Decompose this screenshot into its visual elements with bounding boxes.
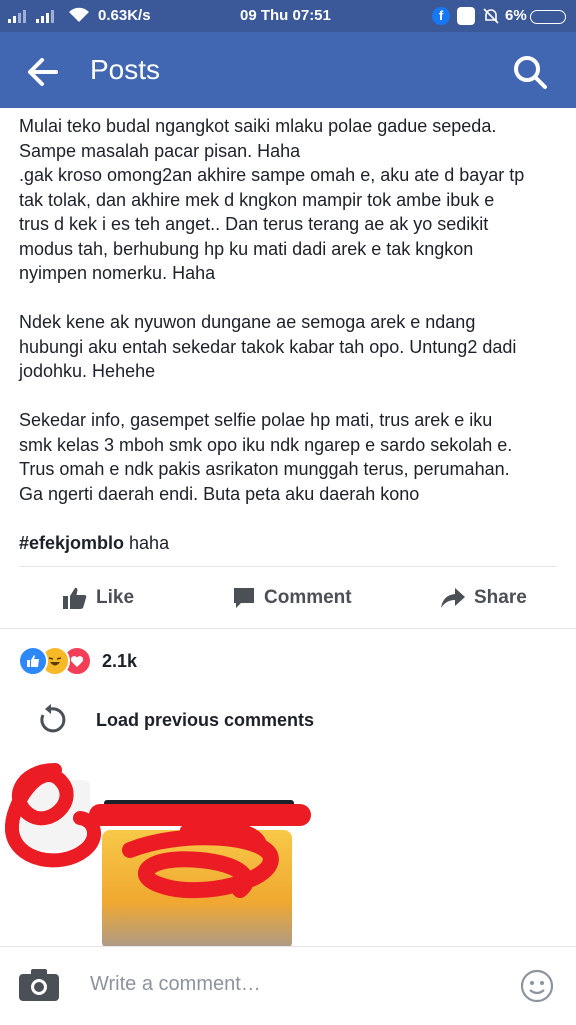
post-paragraph: Mulai teko budal ngangkot saiki mlaku po… [19, 116, 525, 283]
like-button[interactable]: Like [62, 584, 134, 612]
battery-percent: 6% [505, 7, 527, 24]
thumbs-up-icon [63, 587, 87, 609]
bbm-notification-icon [457, 7, 475, 25]
post-actions: Like Comment Share [0, 570, 576, 626]
share-label: Share [474, 587, 527, 608]
comment-button[interactable]: Comment [232, 584, 352, 612]
hashtag-link[interactable]: #efekjomblo [19, 533, 124, 553]
red-scribble [4, 763, 311, 899]
divider [0, 628, 576, 629]
mute-bell-icon [483, 8, 499, 24]
facebook-notification-icon: f [432, 7, 450, 25]
camera-icon[interactable] [18, 967, 60, 1003]
comment-label: Comment [264, 587, 352, 608]
load-previous-comments[interactable]: Load previous comments [30, 700, 550, 740]
emoji-smile-icon[interactable] [520, 969, 554, 1003]
status-date-time: 09 Thu 07:51 [240, 7, 331, 24]
battery-icon [530, 10, 566, 24]
comment-composer: Write a comment… [0, 946, 576, 1025]
signal-icon [8, 10, 26, 23]
load-previous-label: Load previous comments [96, 709, 315, 730]
share-button[interactable]: Share [440, 584, 527, 612]
network-speed: 0.63K/s [98, 7, 151, 24]
refresh-icon [40, 704, 66, 733]
like-reaction-icon [18, 646, 48, 676]
divider [19, 566, 557, 567]
page-title: Posts [90, 54, 161, 85]
reactions-summary[interactable]: 2.1k [18, 646, 137, 676]
reaction-count: 2.1k [102, 650, 138, 671]
signal-icon-2 [36, 10, 54, 23]
post-paragraph: Sekedar info, gasempet selfie polae hp m… [19, 410, 513, 504]
post-body: Mulai teko budal ngangkot saiki mlaku po… [19, 114, 559, 555]
post-paragraph: Ndek kene ak nyuwon dungane ae semoga ar… [19, 312, 517, 381]
comment-bubble-icon [234, 588, 254, 608]
hashtag-suffix: haha [124, 532, 170, 553]
wifi-icon [69, 7, 89, 22]
post-hashtag-line: #efekjomblo haha [19, 531, 559, 556]
app-bar: Posts [0, 32, 576, 108]
back-arrow-icon[interactable] [22, 52, 62, 92]
redacted-comment [0, 760, 576, 946]
status-bar: 0.63K/s 09 Thu 07:51 f 6% [0, 0, 576, 32]
like-label: Like [96, 587, 135, 608]
search-icon[interactable] [510, 52, 550, 92]
share-arrow-icon [441, 588, 465, 608]
comment-input[interactable]: Write a comment… [90, 973, 261, 996]
